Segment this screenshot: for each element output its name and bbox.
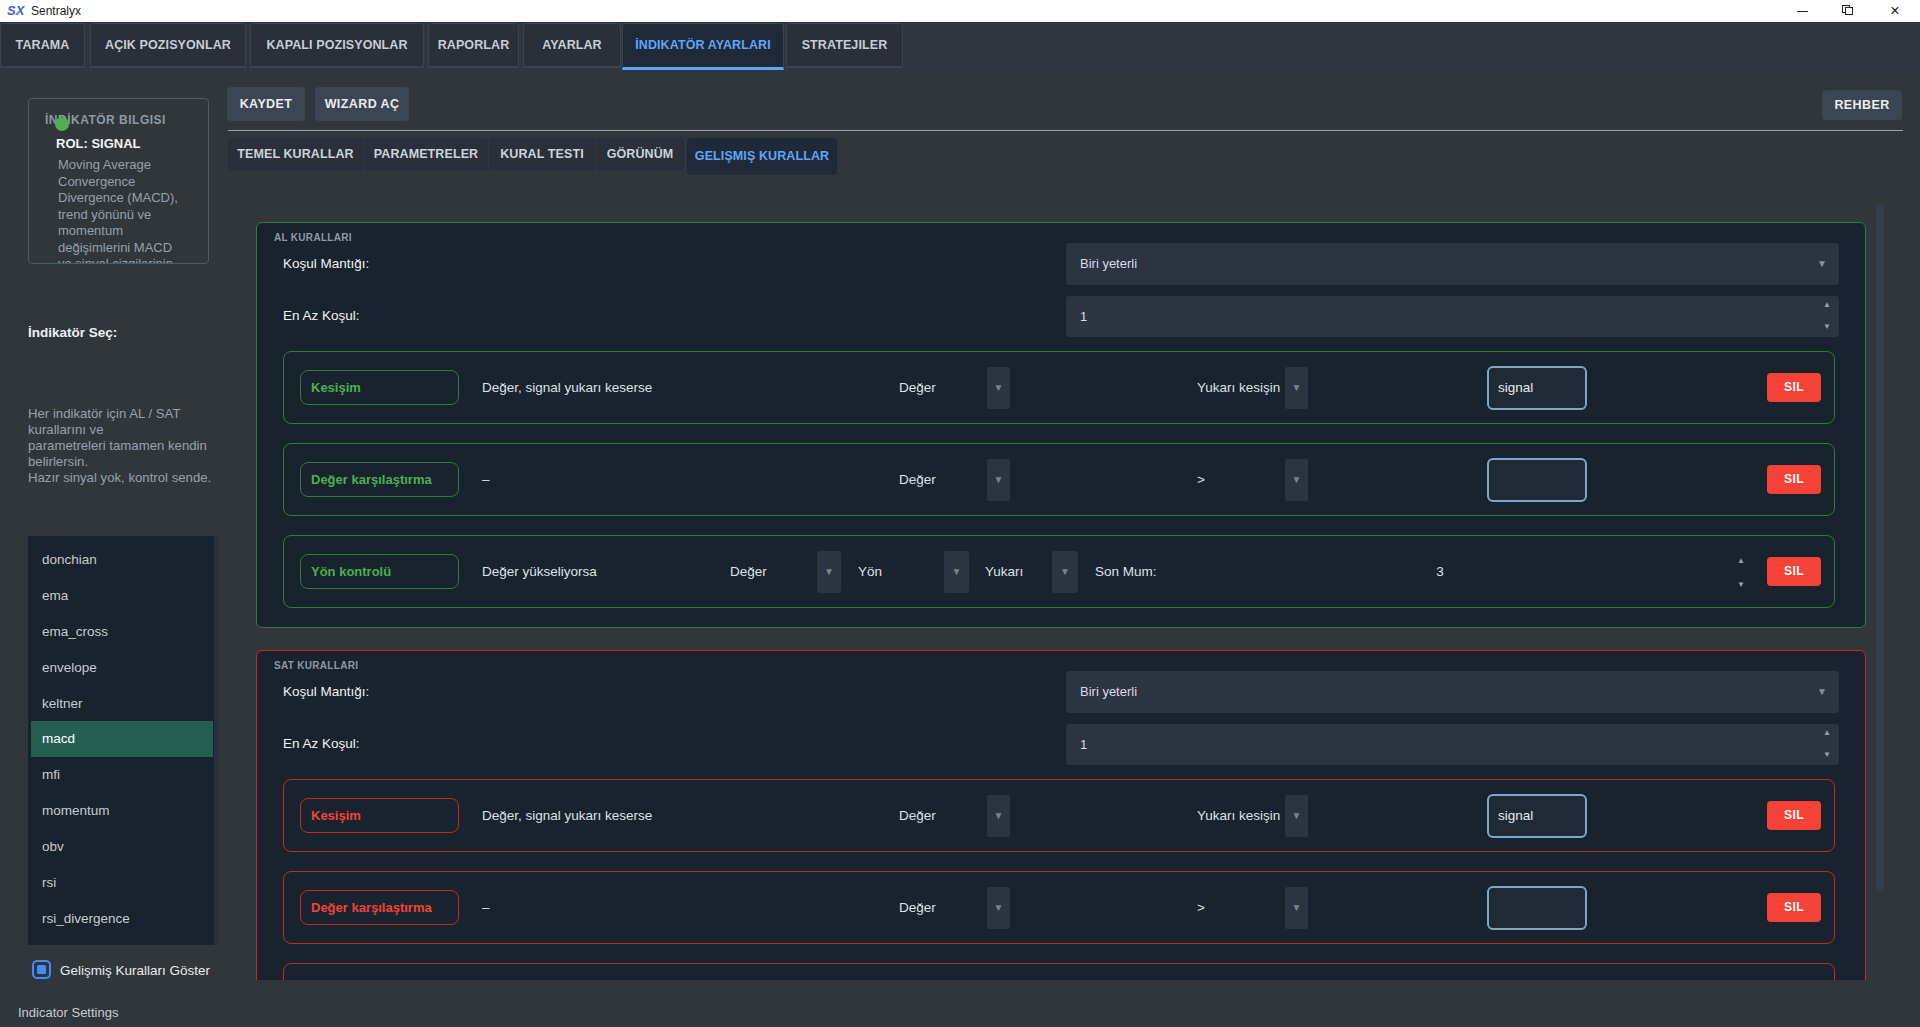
rule-value-input[interactable] xyxy=(1487,886,1587,930)
spin-down-icon[interactable]: ▼ xyxy=(1819,750,1835,759)
buy-rule-row-2: Değer karşılaştırma – Değer ▼ > ▼ SIL xyxy=(283,443,1835,516)
delete-rule-button[interactable]: SIL xyxy=(1767,465,1821,494)
status-bar-text: Indicator Settings xyxy=(18,1004,118,1022)
rule-value-input[interactable]: signal xyxy=(1487,794,1587,838)
count-spin-up-icon[interactable]: ▲ xyxy=(1733,556,1749,565)
rule-combo2-value: > xyxy=(1197,444,1205,515)
buy-rules-panel: AL KURALLARI Koşul Mantığı: Biri yeterli… xyxy=(256,222,1866,628)
rule-combo1-dropdown[interactable]: ▼ xyxy=(987,795,1010,837)
delete-rule-button[interactable]: SIL xyxy=(1767,557,1821,586)
delete-rule-button[interactable]: SIL xyxy=(1767,373,1821,402)
sell-rules-panel: SAT KURALLARI Koşul Mantığı: Biri yeterl… xyxy=(256,650,1866,980)
sell-min-label: En Az Koşul: xyxy=(283,734,360,754)
sell-logic-label: Koşul Mantığı: xyxy=(283,682,369,702)
delete-rule-button[interactable]: SIL xyxy=(1767,893,1821,922)
rule-count-label: Son Mum: xyxy=(1095,536,1157,607)
sell-min-spinbox[interactable]: 1 ▲ ▼ xyxy=(1066,724,1839,765)
chevron-down-icon: ▼ xyxy=(1817,671,1827,713)
spin-down-icon[interactable]: ▼ xyxy=(1819,322,1835,331)
buy-rule-row-3: Yön kontrolü Değer yükseliyorsa Değer ▼ … xyxy=(283,535,1835,608)
rule-combo3-dropdown[interactable]: ▼ xyxy=(1052,551,1078,593)
sell-panel-title: SAT KURALLARI xyxy=(274,660,358,671)
rule-combo1-value: Değer xyxy=(899,352,936,423)
spin-up-icon[interactable]: ▲ xyxy=(1819,300,1835,309)
sell-rule-row-3-partial xyxy=(283,963,1835,980)
rule-type-button[interactable]: Değer karşılaştırma xyxy=(300,462,459,497)
buy-panel-title: AL KURALLARI xyxy=(274,232,352,243)
rule-combo1-value: Değer xyxy=(899,444,936,515)
buy-logic-value: Biri yeterli xyxy=(1080,256,1137,271)
rule-combo1-dropdown[interactable]: ▼ xyxy=(987,367,1010,409)
spin-up-icon[interactable]: ▲ xyxy=(1819,728,1835,737)
rule-type-button[interactable]: Kesişim xyxy=(300,798,459,833)
rule-count-value: 3 xyxy=(1150,536,1730,607)
rule-type-button[interactable]: Yön kontrolü xyxy=(300,554,459,589)
rule-combo1-dropdown[interactable]: ▼ xyxy=(817,551,841,593)
rule-description: – xyxy=(482,444,490,515)
main-scrollbar-thumb[interactable] xyxy=(1876,205,1884,890)
rule-combo2-dropdown[interactable]: ▼ xyxy=(944,551,969,593)
rule-type-button[interactable]: Kesişim xyxy=(300,370,459,405)
rule-description: Değer yükseliyorsa xyxy=(482,536,597,607)
rule-combo2-value: Yön xyxy=(858,536,882,607)
rule-value-input[interactable]: signal xyxy=(1487,366,1587,410)
count-spin-down-icon[interactable]: ▼ xyxy=(1733,580,1749,589)
buy-rule-row-1: Kesişim Değer, signal yukarı keserse Değ… xyxy=(283,351,1835,424)
buy-min-value: 1 xyxy=(1080,309,1087,324)
rule-combo2-dropdown[interactable]: ▼ xyxy=(1285,795,1308,837)
buy-min-spinbox[interactable]: 1 ▲ ▼ xyxy=(1066,296,1839,337)
sell-rule-row-2: Değer karşılaştırma – Değer ▼ > ▼ SIL xyxy=(283,871,1835,944)
chevron-down-icon: ▼ xyxy=(1817,243,1827,285)
rule-combo1-dropdown[interactable]: ▼ xyxy=(987,459,1010,501)
rule-description: Değer, signal yukarı keserse xyxy=(482,780,652,851)
rule-combo1-dropdown[interactable]: ▼ xyxy=(987,887,1010,929)
buy-logic-label: Koşul Mantığı: xyxy=(283,254,369,274)
rule-combo2-value: Yukarı kesişin xyxy=(1197,780,1280,851)
rule-combo2-value: > xyxy=(1197,872,1205,943)
rule-combo2-dropdown[interactable]: ▼ xyxy=(1285,887,1308,929)
buy-min-label: En Az Koşul: xyxy=(283,306,360,326)
rule-type-button[interactable]: Değer karşılaştırma xyxy=(300,890,459,925)
rule-combo1-value: Değer xyxy=(899,872,936,943)
rules-scroll-area: AL KURALLARI Koşul Mantığı: Biri yeterli… xyxy=(0,0,1920,980)
sell-logic-value: Biri yeterli xyxy=(1080,684,1137,699)
rule-value-input[interactable] xyxy=(1487,458,1587,502)
delete-rule-button[interactable]: SIL xyxy=(1767,801,1821,830)
rule-combo1-value: Değer xyxy=(730,536,767,607)
rule-combo2-dropdown[interactable]: ▼ xyxy=(1285,459,1308,501)
buy-logic-select[interactable]: Biri yeterli ▼ xyxy=(1066,243,1839,285)
sell-rule-row-1: Kesişim Değer, signal yukarı keserse Değ… xyxy=(283,779,1835,852)
rule-combo2-value: Yukarı kesişin xyxy=(1197,352,1280,423)
rule-combo3-value: Yukarı xyxy=(985,536,1023,607)
rule-combo2-dropdown[interactable]: ▼ xyxy=(1285,367,1308,409)
rule-description: Değer, signal yukarı keserse xyxy=(482,352,652,423)
rule-combo1-value: Değer xyxy=(899,780,936,851)
rule-description: – xyxy=(482,872,490,943)
sell-min-value: 1 xyxy=(1080,737,1087,752)
sell-logic-select[interactable]: Biri yeterli ▼ xyxy=(1066,671,1839,713)
